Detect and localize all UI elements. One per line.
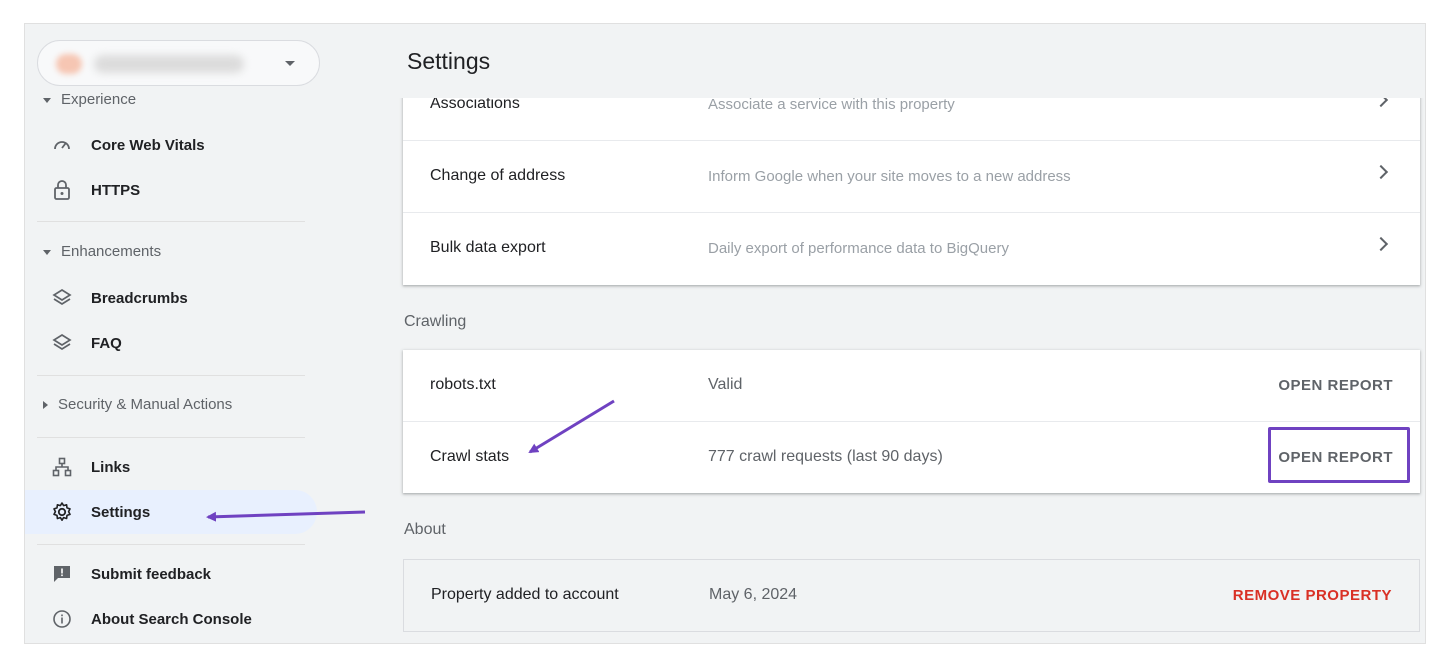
sidebar-item-about-search-console[interactable]: About Search Console bbox=[25, 597, 317, 641]
divider bbox=[37, 375, 305, 376]
chevron-down-icon bbox=[285, 61, 295, 66]
sidebar-item-settings[interactable]: Settings bbox=[25, 490, 317, 534]
section-experience[interactable]: Experience bbox=[43, 91, 136, 108]
main-content: Associations Associate a service with th… bbox=[371, 24, 1425, 643]
lock-icon bbox=[51, 179, 73, 201]
sidebar-item-links[interactable]: Links bbox=[25, 445, 317, 489]
group-label-crawling: Crawling bbox=[404, 313, 467, 330]
about-card: Property added to account May 6, 2024 RE… bbox=[403, 559, 1420, 632]
settings-row-bulk-data-export[interactable]: Bulk data export Daily export of perform… bbox=[403, 213, 1420, 285]
section-security-manual-actions[interactable]: Security & Manual Actions bbox=[43, 396, 232, 413]
property-name-redacted bbox=[94, 55, 244, 73]
sidebar-item-submit-feedback[interactable]: Submit feedback bbox=[25, 552, 317, 596]
section-enhancements[interactable]: Enhancements bbox=[43, 243, 161, 260]
sidebar: Experience Core Web Vitals HTTPS Enhance… bbox=[25, 24, 371, 643]
chevron-right-icon bbox=[1373, 164, 1389, 180]
caret-down-icon bbox=[43, 97, 51, 103]
divider bbox=[37, 544, 305, 545]
open-report-button[interactable]: OPEN REPORT bbox=[1278, 449, 1393, 466]
settings-row-change-of-address[interactable]: Change of address Inform Google when you… bbox=[403, 141, 1420, 213]
open-report-button[interactable]: OPEN REPORT bbox=[1278, 377, 1393, 394]
speedometer-icon bbox=[51, 134, 73, 156]
settings-row-property-added: Property added to account May 6, 2024 RE… bbox=[431, 586, 1392, 604]
gear-icon bbox=[51, 501, 73, 523]
divider bbox=[37, 221, 305, 222]
page-title: Settings bbox=[407, 48, 491, 74]
sitemap-icon bbox=[51, 456, 73, 478]
caret-down-icon bbox=[43, 249, 51, 255]
group-label-about: About bbox=[404, 521, 446, 538]
sidebar-item-faq[interactable]: FAQ bbox=[25, 321, 317, 365]
layers-icon bbox=[51, 332, 73, 354]
settings-row-robots-txt: robots.txt Valid OPEN REPORT bbox=[403, 350, 1420, 422]
divider bbox=[37, 437, 305, 438]
feedback-icon bbox=[51, 563, 73, 585]
sidebar-item-core-web-vitals[interactable]: Core Web Vitals bbox=[25, 123, 317, 167]
general-settings-card: Associations Associate a service with th… bbox=[403, 74, 1420, 285]
property-favicon-redacted bbox=[56, 54, 82, 74]
search-console-window: Experience Core Web Vitals HTTPS Enhance… bbox=[24, 23, 1426, 644]
layers-icon bbox=[51, 287, 73, 309]
property-selector[interactable] bbox=[37, 40, 320, 86]
caret-right-icon bbox=[43, 401, 48, 410]
crawling-card: robots.txt Valid OPEN REPORT Crawl stats… bbox=[403, 350, 1420, 493]
info-icon bbox=[51, 608, 73, 630]
sidebar-item-https[interactable]: HTTPS bbox=[25, 168, 317, 212]
settings-row-crawl-stats: Crawl stats 777 crawl requests (last 90 … bbox=[430, 448, 1393, 466]
chevron-right-icon bbox=[1373, 236, 1389, 252]
sidebar-item-breadcrumbs[interactable]: Breadcrumbs bbox=[25, 276, 317, 320]
page-header: Settings bbox=[371, 24, 1425, 98]
remove-property-button[interactable]: REMOVE PROPERTY bbox=[1233, 587, 1392, 604]
